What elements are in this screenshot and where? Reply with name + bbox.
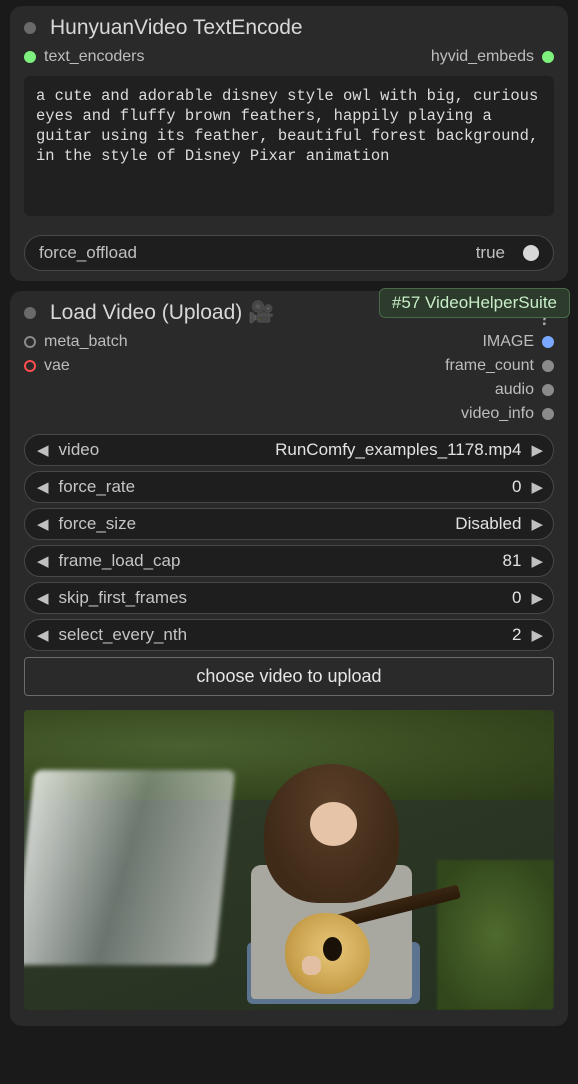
port-label: vae bbox=[44, 357, 70, 375]
node-header[interactable]: HunyuanVideo TextEncode bbox=[10, 6, 568, 48]
param-label: video bbox=[59, 440, 100, 460]
param-value: RunComfy_examples_1178.mp4 bbox=[275, 440, 521, 460]
video-preview[interactable] bbox=[24, 710, 554, 1010]
chevron-right-icon[interactable]: ▶ bbox=[531, 441, 543, 459]
port-vae[interactable]: vae bbox=[24, 357, 128, 375]
port-text-encoders[interactable]: text_encoders bbox=[24, 48, 145, 66]
preview-bg bbox=[24, 770, 236, 965]
param-label: select_every_nth bbox=[59, 625, 188, 645]
param-force-size[interactable]: ◀ force_size Disabled ▶ bbox=[24, 508, 554, 540]
preview-subject bbox=[225, 764, 437, 1004]
toggle-indicator-icon[interactable] bbox=[523, 245, 539, 261]
chevron-right-icon[interactable]: ▶ bbox=[531, 589, 543, 607]
force-offload-toggle[interactable]: force_offload true bbox=[24, 235, 554, 271]
param-value: true bbox=[476, 243, 505, 263]
port-label: frame_count bbox=[445, 357, 534, 375]
output-ports: hyvid_embeds bbox=[431, 48, 554, 66]
port-label: meta_batch bbox=[44, 333, 128, 351]
param-force-rate[interactable]: ◀ force_rate 0 ▶ bbox=[24, 471, 554, 503]
port-dot-icon[interactable] bbox=[24, 336, 36, 348]
collapse-icon[interactable] bbox=[24, 307, 36, 319]
chevron-left-icon[interactable]: ◀ bbox=[37, 626, 49, 644]
camera-icon: 🎥 bbox=[248, 301, 274, 325]
chevron-right-icon[interactable]: ▶ bbox=[531, 515, 543, 533]
choose-video-button[interactable]: choose video to upload bbox=[24, 657, 554, 696]
param-label: force_size bbox=[59, 514, 136, 534]
port-video-info[interactable]: video_info bbox=[461, 405, 554, 423]
chevron-left-icon[interactable]: ◀ bbox=[37, 441, 49, 459]
port-label: IMAGE bbox=[482, 333, 534, 351]
node-title: HunyuanVideo TextEncode bbox=[50, 16, 303, 40]
collapse-icon[interactable] bbox=[24, 22, 36, 34]
param-value: Disabled bbox=[455, 514, 521, 534]
port-meta-batch[interactable]: meta_batch bbox=[24, 333, 128, 351]
port-label: video_info bbox=[461, 405, 534, 423]
param-select-every-nth[interactable]: ◀ select_every_nth 2 ▶ bbox=[24, 619, 554, 651]
port-dot-icon[interactable] bbox=[24, 51, 36, 63]
param-frame-load-cap[interactable]: ◀ frame_load_cap 81 ▶ bbox=[24, 545, 554, 577]
port-label: audio bbox=[495, 381, 534, 399]
chevron-left-icon[interactable]: ◀ bbox=[37, 515, 49, 533]
input-ports: text_encoders bbox=[24, 48, 145, 66]
port-dot-icon[interactable] bbox=[542, 336, 554, 348]
port-frame-count[interactable]: frame_count bbox=[445, 357, 554, 375]
port-hyvid-embeds[interactable]: hyvid_embeds bbox=[431, 48, 554, 66]
port-label: text_encoders bbox=[44, 48, 145, 66]
param-skip-first-frames[interactable]: ◀ skip_first_frames 0 ▶ bbox=[24, 582, 554, 614]
param-value: 0 bbox=[512, 477, 521, 497]
port-label: hyvid_embeds bbox=[431, 48, 534, 66]
chevron-right-icon[interactable]: ▶ bbox=[531, 478, 543, 496]
ports-row: meta_batch vae IMAGE frame_count audio bbox=[10, 333, 568, 423]
port-dot-icon[interactable] bbox=[542, 384, 554, 396]
prompt-input[interactable] bbox=[24, 76, 554, 216]
param-label: force_offload bbox=[39, 243, 137, 263]
ports-row: text_encoders hyvid_embeds bbox=[10, 48, 568, 66]
node-load-video-upload[interactable]: ? Load Video (Upload) 🎥 meta_batch vae I… bbox=[10, 291, 568, 1026]
port-dot-icon[interactable] bbox=[542, 360, 554, 372]
node-title: Load Video (Upload) bbox=[50, 301, 242, 325]
port-dot-icon[interactable] bbox=[542, 51, 554, 63]
input-ports: meta_batch vae bbox=[24, 333, 128, 423]
port-image[interactable]: IMAGE bbox=[482, 333, 554, 351]
chevron-left-icon[interactable]: ◀ bbox=[37, 478, 49, 496]
port-dot-icon[interactable] bbox=[24, 360, 36, 372]
param-value: 0 bbox=[512, 588, 521, 608]
node-hunyuan-textencode[interactable]: HunyuanVideo TextEncode text_encoders hy… bbox=[10, 6, 568, 281]
chevron-right-icon[interactable]: ▶ bbox=[531, 626, 543, 644]
port-audio[interactable]: audio bbox=[495, 381, 554, 399]
param-video[interactable]: ◀ video RunComfy_examples_1178.mp4 ▶ bbox=[24, 434, 554, 466]
param-label: force_rate bbox=[59, 477, 136, 497]
prompt-field-wrap bbox=[24, 76, 554, 221]
chevron-left-icon[interactable]: ◀ bbox=[37, 552, 49, 570]
preview-bg bbox=[437, 860, 554, 1010]
port-dot-icon[interactable] bbox=[542, 408, 554, 420]
chevron-left-icon[interactable]: ◀ bbox=[37, 589, 49, 607]
param-label: frame_load_cap bbox=[59, 551, 181, 571]
param-value: 2 bbox=[512, 625, 521, 645]
chevron-right-icon[interactable]: ▶ bbox=[531, 552, 543, 570]
output-ports: IMAGE frame_count audio video_info bbox=[445, 333, 554, 423]
param-label: skip_first_frames bbox=[59, 588, 187, 608]
suite-badge: #57 VideoHelperSuite bbox=[379, 288, 570, 318]
param-value: 81 bbox=[503, 551, 522, 571]
